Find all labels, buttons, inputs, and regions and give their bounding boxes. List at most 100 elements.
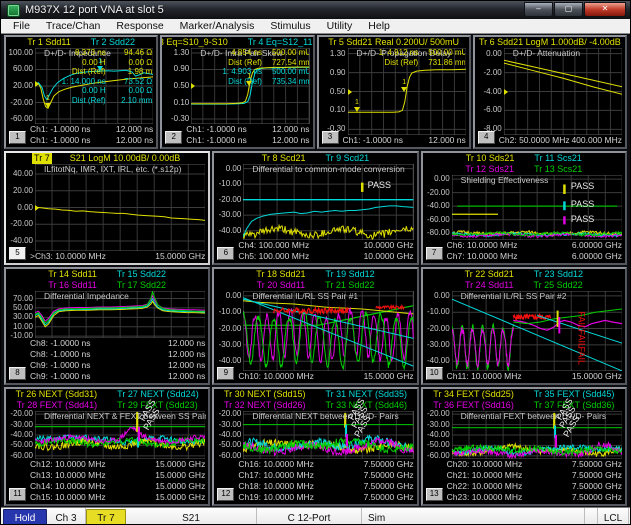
- channel-number-badge[interactable]: 6: [217, 247, 234, 260]
- channel-number-badge[interactable]: 5: [9, 247, 26, 260]
- titlebar[interactable]: M937X 12 port VNA at slot 5 – ▢ ✕: [1, 1, 630, 19]
- trace-label[interactable]: Tr 25 Sdd22: [531, 280, 584, 291]
- trace-label[interactable]: Tr 35 FEXT (Sdd45): [532, 389, 617, 400]
- trace-label[interactable]: Tr 6 Sdd21 LogM 1.000dB/ -4.00dB: [477, 37, 623, 48]
- stimulus-start: Ch9: -1.0000 ns: [30, 360, 90, 371]
- trace-label[interactable]: Tr 10 Sds21: [464, 153, 517, 164]
- trace-annotation: Differential IL/RL SS Pair #2: [461, 291, 567, 301]
- channel-window-12[interactable]: Tr 30 NEXT (Sdd15)Tr 31 NEXT (Sdd35)Tr 3…: [212, 387, 418, 506]
- channel-number-badge[interactable]: 1: [9, 131, 26, 144]
- channel-number-badge[interactable]: 7: [426, 247, 443, 260]
- channel-window-5[interactable]: Tr 7S21 LogM 10.00dB/ 0.00dB40.0020.000.…: [4, 151, 210, 265]
- channel-number-badge[interactable]: 11: [9, 488, 26, 501]
- trace-marker[interactable]: 1: [45, 96, 51, 108]
- stimulus-range-line: Ch5: 100.000 MHz10.0000 GHz: [238, 251, 413, 262]
- menu-stimulus[interactable]: Stimulus: [262, 19, 318, 33]
- trace-label[interactable]: Tr 9 Scd21: [323, 153, 371, 164]
- marker-stimulus-value: Dist (Ref): [216, 77, 272, 87]
- trace-label[interactable]: Tr 24 Sdd11: [463, 280, 516, 291]
- trace-label[interactable]: Tr 26 NEXT (Sdd31): [14, 389, 100, 400]
- y-axis-labels: 100.0060.0020.00-20.00-60.00: [6, 48, 35, 124]
- channel-number-badge[interactable]: 4: [478, 131, 495, 144]
- minimize-button[interactable]: –: [524, 2, 553, 17]
- trace-marker[interactable]: 1: [401, 80, 407, 92]
- y-axis-labels: -20.00-30.00-40.00-50.00-60.00: [214, 411, 243, 459]
- marker-stimulus-value: 1: 14.000 ns: [60, 77, 116, 87]
- channel-number-badge[interactable]: 10: [426, 367, 443, 380]
- menu-marker-analysis[interactable]: Marker/Analysis: [172, 19, 263, 33]
- plot-area: Differential IL/RL SS Pair #1: [243, 291, 413, 371]
- stimulus-stop: 15.0000 GHz: [155, 492, 205, 503]
- trace-label[interactable]: Tr 31 NEXT (Sdd35): [323, 389, 409, 400]
- trace-label[interactable]: Tr 21 Sdd22: [323, 280, 376, 291]
- trace-marker[interactable]: 1: [354, 100, 360, 112]
- menu-help[interactable]: Help: [360, 19, 398, 33]
- trace-label[interactable]: Tr 13 Scs21: [532, 164, 584, 175]
- stimulus-start: Ch1: -1.0000 ns: [186, 135, 246, 146]
- trace-label[interactable]: Tr 18 Sdd21: [254, 269, 307, 280]
- trace-label[interactable]: Tr 2 Sdd22: [89, 37, 137, 48]
- channel-number-badge[interactable]: 12: [217, 488, 234, 501]
- trace-label[interactable]: Tr 23 Sdd12: [532, 269, 585, 280]
- channel-window-1[interactable]: Tr 1 Sdd11 Tr 2 Sdd22 100.0060.0020.00-20.…: [4, 35, 158, 149]
- trace-label[interactable]: Tr 22 Sdd21: [463, 269, 516, 280]
- trace-label[interactable]: Tr 27 NEXT (Sdd24): [115, 389, 201, 400]
- menu-trace-chan[interactable]: Trace/Chan: [38, 19, 108, 33]
- y-tick-label: 20.00: [13, 187, 33, 195]
- trace-label[interactable]: Tr 19 Sdd12: [323, 269, 376, 280]
- channel-number-badge[interactable]: 9: [217, 367, 234, 380]
- trace-label[interactable]: Tr 30 NEXT (Sdd15): [222, 389, 308, 400]
- trace-label[interactable]: Tr 34 FEXT (Sdd25): [431, 389, 516, 400]
- channel-window-2[interactable]: Tr 3 Eq=S10_9-S10Tr 4 Eq=S12_11-S11.300.…: [160, 35, 314, 149]
- trace-label[interactable]: Tr 16 Sdd11: [46, 280, 99, 291]
- plot-body: 40.0020.000.00-20.00-40.00ILfitotNq, IMR…: [6, 164, 208, 251]
- marker-triangle-icon[interactable]: [246, 81, 252, 86]
- marker-triangle-icon[interactable]: [401, 87, 407, 92]
- marker-triangle-icon[interactable]: [45, 103, 51, 108]
- y-tick-label: -60.00: [10, 115, 33, 123]
- y-tick-label: -40.00: [10, 237, 33, 245]
- channel-window-13[interactable]: Tr 34 FEXT (Sdd25)Tr 35 FEXT (Sdd45)Tr 3…: [421, 387, 627, 506]
- marker-triangle-icon[interactable]: [354, 107, 360, 112]
- trace-label[interactable]: Tr 7: [32, 153, 52, 164]
- trace-label[interactable]: Tr 4 Eq=S12_11-S1: [246, 37, 313, 48]
- stimulus-stop: 12.000 ns: [168, 349, 205, 360]
- trace-label[interactable]: Tr 5 Sdd21 Real 0.200U/ 500mU: [326, 37, 461, 48]
- trace-label[interactable]: Tr 14 Sdd11: [46, 269, 99, 280]
- close-button[interactable]: ✕: [584, 2, 626, 17]
- channel-number-badge[interactable]: 13: [426, 488, 443, 501]
- trace-label[interactable]: Tr 8 Scd21: [260, 153, 308, 164]
- channel-number-badge[interactable]: 8: [9, 367, 26, 380]
- channel-window-3[interactable]: Tr 5 Sdd21 Real 0.200U/ 500mU1.300.900.5…: [317, 35, 471, 149]
- maximize-button[interactable]: ▢: [554, 2, 583, 17]
- trace-label[interactable]: Tr 11 Scs21: [532, 153, 584, 164]
- marker-number: 1: [246, 74, 252, 80]
- trace-label[interactable]: Tr 3 Eq=S10_9-S10: [162, 37, 229, 48]
- trace: [513, 315, 550, 320]
- channel-number-badge[interactable]: 2: [165, 131, 182, 144]
- channel-window-7[interactable]: Tr 10 Sds21 Tr 11 Scs21 Tr 12 Sds21 Tr 13 S…: [421, 151, 627, 265]
- trace-label[interactable]: Tr 12 Sds21: [463, 164, 516, 175]
- channel-window-6[interactable]: Tr 8 Scd21Tr 9 Scd210.00-10.00-20.00-30.…: [212, 151, 418, 265]
- trace-label[interactable]: Tr 15 Sdd22: [115, 269, 168, 280]
- menu-file[interactable]: File: [5, 19, 38, 33]
- menu-response[interactable]: Response: [108, 19, 171, 33]
- channel-window-4[interactable]: Tr 6 Sdd21 LogM 1.000dB/ -4.00dB0.00-2.0…: [473, 35, 627, 149]
- channel-number-badge[interactable]: 3: [322, 131, 339, 144]
- y-tick-label: -50.00: [10, 441, 33, 449]
- channel-window-8[interactable]: Tr 14 Sdd11 Tr 15 Sdd22 Tr 16 Sdd11 Tr 17 S…: [4, 267, 210, 385]
- trace-label[interactable]: S21 LogM 10.00dB/ 0.00dB: [68, 153, 183, 164]
- plot-body: -20.00-30.00-40.00-50.00-60.00Differenti…: [6, 411, 208, 459]
- trace-label[interactable]: Tr 20 Sdd11: [255, 280, 308, 291]
- trace-marker[interactable]: 1: [246, 74, 252, 86]
- channel-window-9[interactable]: Tr 18 Sdd21 Tr 19 Sdd12 Tr 20 Sdd11 Tr 21 S…: [212, 267, 418, 385]
- trace-marker[interactable]: 1: [97, 59, 103, 71]
- marker-triangle-icon[interactable]: [97, 66, 103, 71]
- channel-window-11[interactable]: Tr 26 NEXT (Sdd31)Tr 27 NEXT (Sdd24)Tr 2…: [4, 387, 210, 506]
- menu-utility[interactable]: Utility: [319, 19, 361, 33]
- channel-window-10[interactable]: Tr 22 Sdd21 Tr 23 Sdd12 Tr 24 Sdd11 Tr 25 S…: [421, 267, 627, 385]
- trace-label[interactable]: Tr 17 Sdd22: [115, 280, 168, 291]
- trace-label[interactable]: Tr 1 Sdd11: [25, 37, 73, 48]
- stimulus-start: Ch12: 10.0000 MHz: [30, 459, 106, 470]
- stimulus-start: Ch2: 50.0000 MHz: [499, 135, 570, 146]
